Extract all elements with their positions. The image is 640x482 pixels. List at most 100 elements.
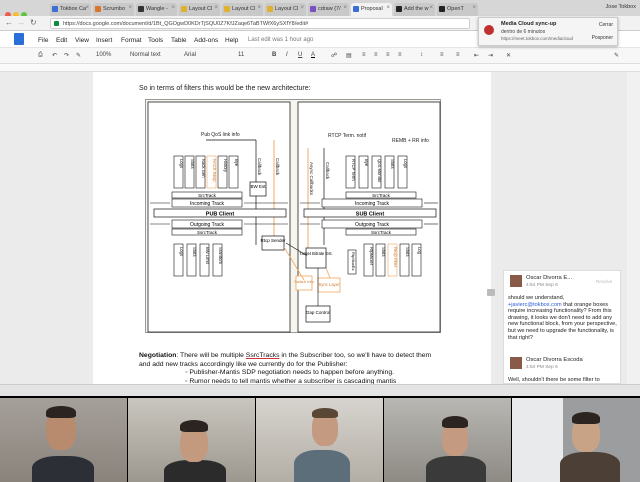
filter-label: Logs (179, 159, 184, 168)
pencil-icon[interactable]: ✎ (614, 52, 619, 59)
profile-name[interactable]: Jose Tokbox (606, 4, 636, 10)
pub-label: Pub QoS link info (201, 132, 240, 138)
mention-link[interactable]: +javierc@tokbox.com (508, 302, 562, 308)
tab-close-icon[interactable]: × (300, 5, 304, 11)
indent-decrease-icon[interactable]: ⇤ (474, 52, 479, 59)
calendar-notification[interactable]: Media Cloud sync-up dentro de 6 minutos … (478, 17, 618, 46)
tab-close-icon[interactable]: × (386, 5, 390, 11)
reload-icon[interactable]: ↻ (30, 18, 37, 27)
filter-label: Logs (179, 247, 184, 256)
notification-link[interactable]: https://meet.tokbox.com/mediacloud (501, 36, 573, 41)
video-tile-5[interactable] (512, 398, 640, 482)
style-select[interactable]: Normal text (130, 52, 161, 58)
back-icon[interactable]: ← (5, 18, 13, 27)
filter-label: Stats (405, 247, 410, 257)
comment-author: Oscar Divorra Escoda (526, 357, 583, 363)
tab-favicon-icon (138, 6, 144, 12)
right-incoming: Incoming Track (355, 201, 389, 207)
para-text-1: : There will be multiple (176, 352, 246, 359)
menu-help[interactable]: Help (225, 37, 238, 44)
underline-button[interactable]: U (298, 52, 302, 58)
filter-label: NACK Resp (212, 159, 217, 182)
close-button[interactable]: Cerrar (599, 22, 613, 28)
scrollbar[interactable] (627, 72, 640, 384)
filter-label: Srandom (218, 247, 223, 265)
browser-tab[interactable]: OpenT × (437, 3, 478, 16)
indent-increase-icon[interactable]: ⇥ (488, 52, 493, 59)
browser-tab[interactable]: Layout Cl × (265, 3, 306, 16)
align-right-icon[interactable]: ≡ (386, 52, 390, 58)
zoom-select[interactable]: 100% (96, 52, 111, 58)
numbered-list-icon[interactable]: ≡ (440, 52, 444, 58)
forward-icon[interactable]: → (17, 18, 25, 27)
menu-view[interactable]: View (75, 37, 89, 44)
browser-tab[interactable]: Layout Cl × (222, 3, 263, 16)
undo-icon[interactable]: ↶ (52, 52, 57, 59)
tab-label: Layout Cl (275, 6, 299, 12)
link-icon[interactable]: ☍ (331, 52, 337, 59)
align-center-icon[interactable]: ≡ (374, 52, 378, 58)
tab-favicon-icon (52, 6, 58, 12)
browser-tab[interactable]: Wangle - × (136, 3, 177, 16)
tab-close-icon[interactable]: × (257, 5, 261, 11)
menu-edit[interactable]: Edit (56, 37, 67, 44)
paint-format-icon[interactable]: ✎ (76, 52, 81, 59)
italic-button[interactable]: I (286, 52, 288, 58)
tab-close-icon[interactable]: × (472, 5, 476, 11)
print-icon[interactable]: ⎙ (38, 52, 43, 59)
video-tile-1[interactable] (0, 398, 127, 482)
video-tile-4[interactable] (384, 398, 511, 482)
tab-label: Layout Cl (189, 6, 213, 12)
font-select[interactable]: Arial (184, 52, 196, 58)
text-color-button[interactable]: A (311, 52, 315, 58)
callback-label-3: Callback (325, 162, 330, 180)
browser-tab[interactable]: Add the w × (394, 3, 435, 16)
tab-close-icon[interactable]: × (429, 5, 433, 11)
tab-close-icon[interactable]: × (85, 5, 89, 11)
browser-tab[interactable]: Proposal × (351, 3, 392, 16)
justify-icon[interactable]: ≡ (398, 52, 402, 58)
filter-label: Stats (190, 159, 195, 169)
browser-tab[interactable]: cdraw (7/× (308, 3, 349, 16)
tab-close-icon[interactable]: × (128, 5, 132, 11)
line-spacing-icon[interactable]: ↕ (420, 52, 423, 58)
menu-file[interactable]: File (38, 37, 48, 44)
comment-thread[interactable]: Oscar Divorra E... 4:54 PM Sep 6 Resolve… (503, 270, 621, 384)
document-page[interactable]: So in terms of filters this would be the… (93, 72, 491, 392)
tab-favicon-icon (396, 6, 402, 12)
url-text: https://docs.google.com/document/d/1Bt_Q… (63, 21, 309, 27)
comment-text: should we understand, +javierc@tokbox.co… (508, 295, 617, 341)
notification-subtitle: dentro de 6 minutos (501, 29, 546, 35)
tab-close-icon[interactable]: × (171, 5, 175, 11)
browser-tab[interactable]: Tokbox Ca × (50, 3, 91, 16)
tab-close-icon[interactable]: × (343, 5, 347, 11)
menu-format[interactable]: Format (121, 37, 142, 44)
tab-close-icon[interactable]: × (214, 5, 218, 11)
left-srctrack: SrcTrack (198, 193, 217, 198)
ruler[interactable] (0, 64, 640, 72)
menu-addons[interactable]: Add-ons (194, 37, 218, 44)
postpone-button[interactable]: Posponer (592, 35, 613, 41)
filter-label: Bye (234, 159, 239, 167)
font-size-select[interactable]: 11 (238, 52, 244, 58)
rtcp-label: RTCP Term. notif (328, 133, 367, 139)
add-comment-icon[interactable] (487, 289, 495, 296)
last-edit-link[interactable]: Last edit was 1 hour ago (248, 37, 313, 43)
comment-icon[interactable]: ▤ (346, 52, 352, 59)
url-input[interactable]: https://docs.google.com/document/d/1Bt_Q… (50, 18, 470, 29)
align-left-icon[interactable]: ≡ (362, 52, 366, 58)
download-shelf (0, 384, 640, 396)
menu-tools[interactable]: Tools (148, 37, 163, 44)
redo-icon[interactable]: ↷ (64, 52, 69, 59)
bulleted-list-icon[interactable]: ≡ (456, 52, 460, 58)
browser-tab[interactable]: Scrumbo × (93, 3, 134, 16)
bold-button[interactable]: B (272, 52, 276, 58)
video-tile-2[interactable] (128, 398, 255, 482)
docs-logo-icon[interactable] (14, 33, 24, 45)
browser-tab[interactable]: Layout Cl × (179, 3, 220, 16)
clear-format-icon[interactable]: ✕ (506, 52, 511, 59)
menu-table[interactable]: Table (171, 37, 187, 44)
menu-insert[interactable]: Insert (96, 37, 112, 44)
resolve-button[interactable]: Resolve (596, 279, 612, 284)
video-tile-3[interactable] (256, 398, 383, 482)
